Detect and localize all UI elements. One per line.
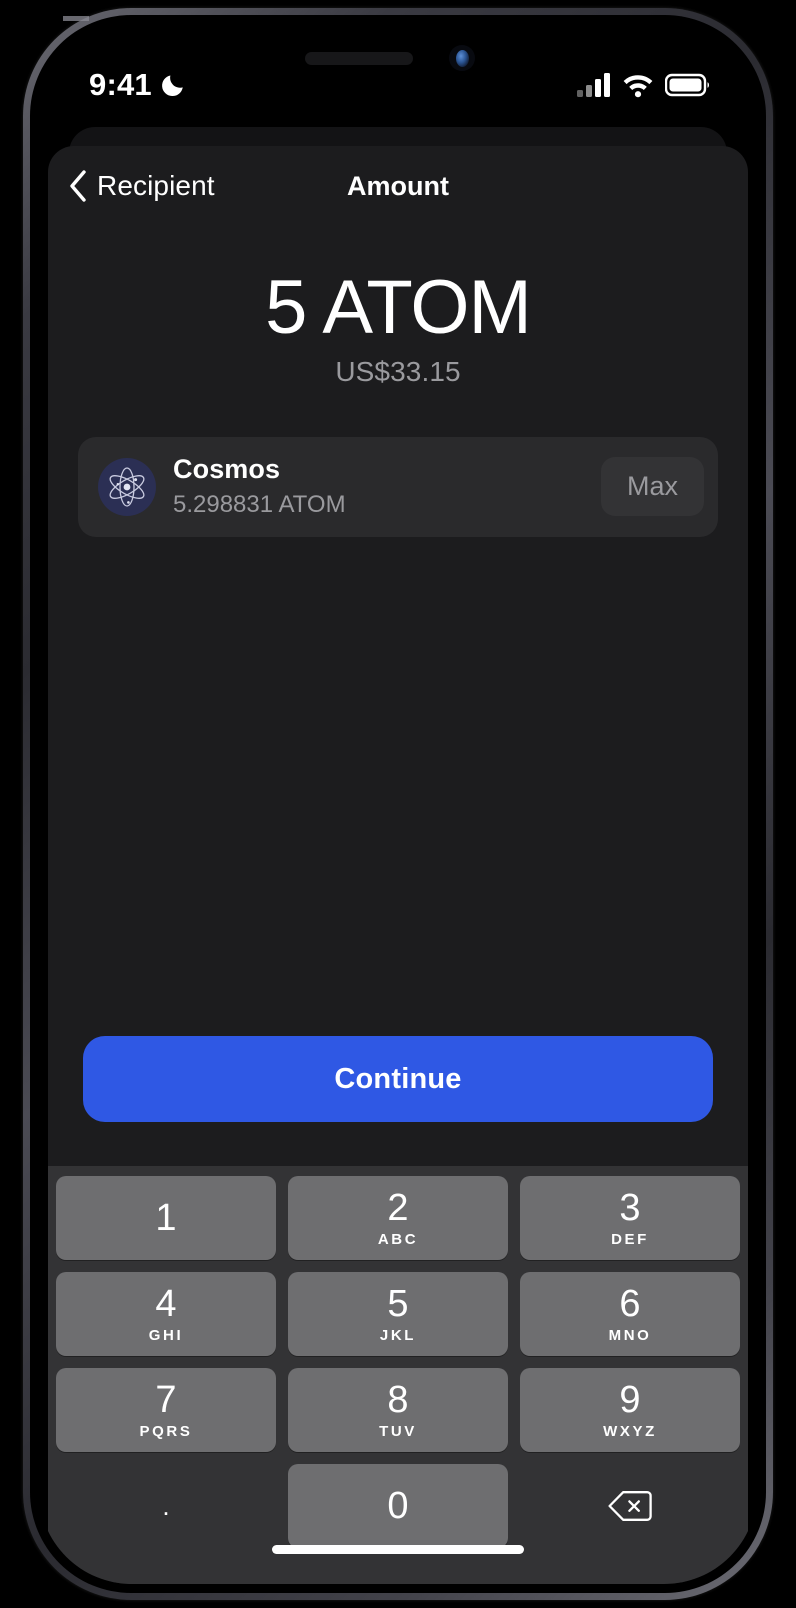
key-digit: 4	[155, 1283, 177, 1325]
key-letters: GHI	[148, 1327, 184, 1344]
key-5[interactable]: 5 JKL	[288, 1272, 508, 1356]
key-digit: 8	[387, 1379, 409, 1421]
navigation-bar: Recipient Amount	[48, 146, 748, 226]
phone-mockup: 9:41 Recipient Amount 5 ATOM US$33.15 Co…	[0, 0, 796, 1608]
backspace-delete-icon	[608, 1491, 652, 1521]
earpiece-speaker-icon	[305, 52, 413, 65]
back-button[interactable]: Recipient	[48, 170, 215, 202]
key-9[interactable]: 9 WXYZ	[520, 1368, 740, 1452]
key-backspace[interactable]	[520, 1464, 740, 1548]
signal-bars-icon	[577, 73, 610, 97]
amount-display[interactable]: 5 ATOM US$33.15	[48, 226, 748, 388]
amount-fiat-value: US$33.15	[335, 355, 461, 387]
key-7[interactable]: 7 PQRS	[56, 1368, 276, 1452]
antenna-line	[63, 16, 89, 21]
key-6[interactable]: 6 MNO	[520, 1272, 740, 1356]
key-letters: PQRS	[139, 1423, 193, 1440]
keypad-row: 4 GHI 5 JKL 6 MNO	[56, 1272, 740, 1356]
notch	[253, 24, 543, 86]
key-letters: DEF	[611, 1231, 649, 1248]
crescent-moon-icon	[161, 75, 183, 97]
key-2[interactable]: 2 ABC	[288, 1176, 508, 1260]
asset-name: Cosmos	[173, 454, 281, 485]
keypad-row: 7 PQRS 8 TUV 9 WXYZ	[56, 1368, 740, 1452]
battery-full-icon	[665, 73, 709, 97]
phone-screen: 9:41 Recipient Amount 5 ATOM US$33.15 Co…	[39, 24, 757, 1584]
key-digit: 1	[155, 1197, 177, 1239]
key-8[interactable]: 8 TUV	[288, 1368, 508, 1452]
key-letters: WXYZ	[603, 1423, 657, 1440]
key-letters: JKL	[379, 1327, 417, 1344]
keypad-row: . 0	[56, 1464, 740, 1548]
status-bar-left: 9:41	[89, 67, 186, 103]
back-button-label: Recipient	[97, 170, 215, 201]
key-digit: 9	[619, 1379, 641, 1421]
key-letters: ABC	[377, 1231, 419, 1248]
keypad-row: 1 2 ABC 3 DEF	[56, 1176, 740, 1260]
key-digit: 2	[387, 1187, 409, 1229]
key-digit: 0	[387, 1485, 409, 1527]
key-4[interactable]: 4 GHI	[56, 1272, 276, 1356]
status-bar-clock: 9:41	[89, 67, 152, 102]
key-0[interactable]: 0	[288, 1464, 508, 1548]
amount-value: 5 ATOM	[265, 265, 532, 350]
home-indicator[interactable]	[272, 1545, 524, 1554]
atom-glyph	[109, 467, 145, 507]
cosmos-atom-icon	[98, 457, 156, 516]
chevron-left-icon	[70, 170, 86, 202]
key-digit: .	[162, 1491, 170, 1521]
key-digit: 6	[619, 1283, 641, 1325]
primary-action-area: Continue	[48, 1036, 748, 1166]
key-digit: 5	[387, 1283, 409, 1325]
max-button[interactable]: Max	[600, 457, 704, 517]
wifi-icon	[623, 75, 653, 98]
key-1[interactable]: 1	[56, 1176, 276, 1260]
key-digit: 3	[619, 1187, 641, 1229]
numeric-keypad: 1 2 ABC 3 DEF 4 GHI 5 JKL 6 MNO 7 PQRS 8…	[48, 1166, 748, 1584]
status-bar-right	[577, 72, 711, 98]
amount-modal-sheet: Recipient Amount 5 ATOM US$33.15 Cosmos …	[48, 146, 748, 1584]
asset-row[interactable]: Cosmos 5.298831 ATOM Max	[78, 436, 718, 537]
key-3[interactable]: 3 DEF	[520, 1176, 740, 1260]
key-decimal[interactable]: .	[56, 1464, 276, 1548]
camera-lens	[455, 49, 469, 67]
asset-info: Cosmos 5.298831 ATOM	[173, 453, 601, 520]
front-camera-icon	[449, 45, 475, 71]
continue-button[interactable]: Continue	[83, 1036, 713, 1122]
key-letters: TUV	[379, 1423, 417, 1440]
asset-balance: 5.298831 ATOM	[173, 491, 346, 519]
key-letters: MNO	[608, 1327, 652, 1344]
key-digit: 7	[155, 1379, 177, 1421]
